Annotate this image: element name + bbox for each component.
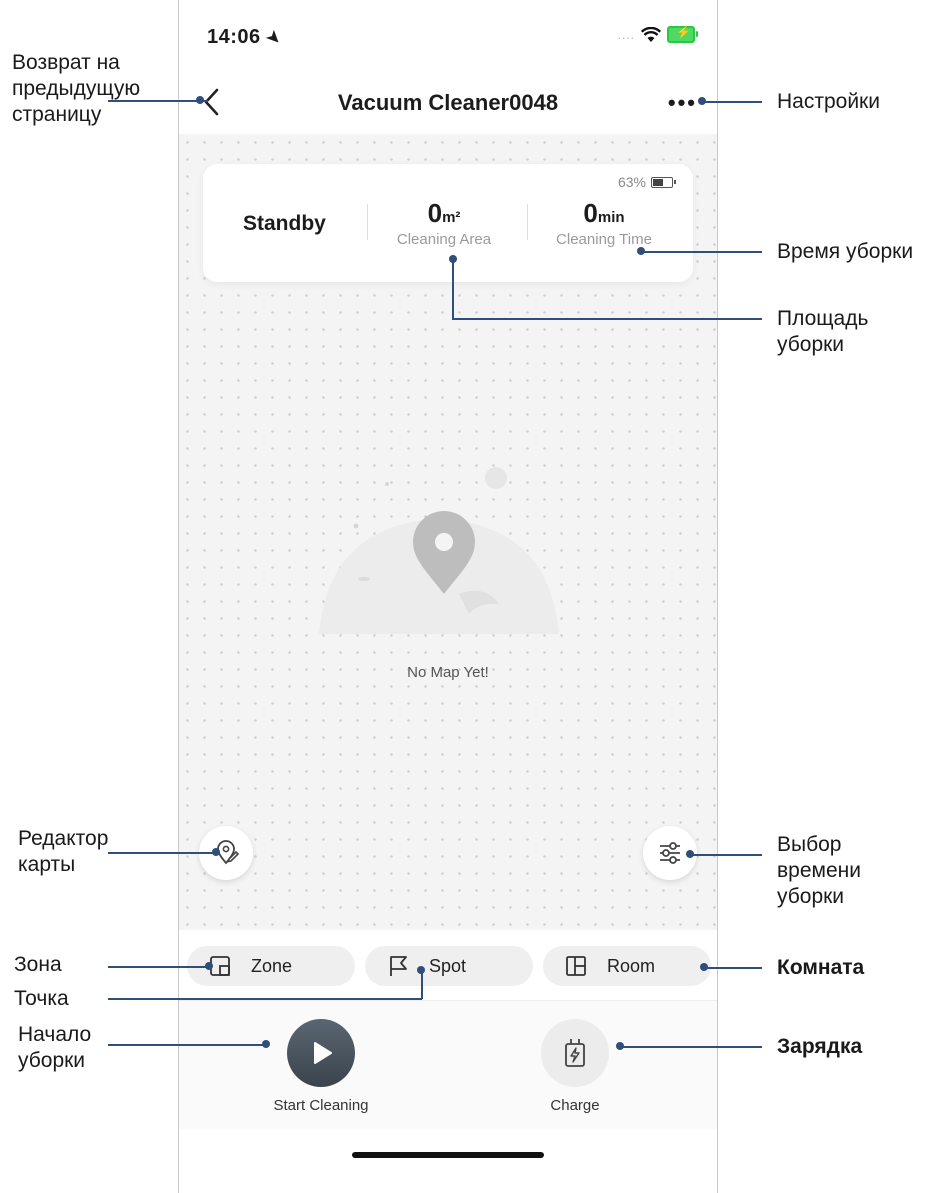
time-unit: min [597,209,625,226]
no-map-text: No Map Yet! [407,664,489,681]
room-icon [566,956,586,976]
start-cleaning-button[interactable] [287,1019,355,1087]
start-cleaning-label: Start Cleaning [273,1097,369,1114]
leader-line [452,259,454,319]
leader-line [108,998,422,1000]
annotation-start: Начало уборки [18,1023,92,1072]
leader-line [704,967,762,969]
leader-line [641,251,762,253]
leader-line [702,101,762,103]
annotation-zone: Зона [14,953,62,976]
stats-card: 63% Standby 0m² Cleaning Area 0min Clean… [203,164,693,282]
mode-spot-button[interactable]: Spot [365,946,533,986]
leader-dot [205,962,213,970]
annotation-back: Возврат на предыдущую страницу [12,51,141,126]
time-label: Cleaning Time [556,231,652,248]
area-unit: m² [442,209,461,226]
location-arrow-icon: ➤ [262,27,285,50]
device-status: Standby [243,212,326,235]
nav-bar: Vacuum Cleaner0048 ••• [179,72,717,134]
leader-dot [212,848,220,856]
map-area[interactable]: 63% Standby 0m² Cleaning Area 0min Clean… [179,134,717,930]
charge-label: Charge [550,1097,600,1114]
device-battery: 63% [617,174,676,190]
flag-icon [390,956,407,976]
leader-dot [262,1040,270,1048]
battery-percent: 63% [617,174,646,190]
status-bar: 14:06 ➤ .... ⚡ [179,0,717,80]
sliders-icon [660,842,680,864]
area-label: Cleaning Area [396,231,492,248]
leader-line [108,852,218,854]
home-indicator [352,1152,544,1158]
leader-dot [417,966,425,974]
clock: 14:06 [207,26,261,48]
status-time: 14:06 ➤ [207,26,284,49]
annotation-settings: Настройки [777,90,880,113]
leader-line [108,966,210,968]
leader-dot [196,96,204,104]
play-icon [314,1042,332,1064]
charge-button[interactable] [541,1019,609,1087]
mode-label: Spot [429,956,467,976]
charge-icon [565,1039,585,1067]
mode-label: Room [607,956,656,976]
leader-line [421,970,423,999]
divider [367,204,368,240]
phone-screen: 14:06 ➤ .... ⚡ Vacuum Cleaner0048 ••• 63% [178,0,718,1193]
cleaning-modes: Zone Spot Room [179,930,717,1002]
annotation-charge: Зарядка [777,1035,863,1058]
leader-line [620,1046,762,1048]
leader-line [108,1044,266,1046]
leader-line [690,854,762,856]
mode-room-button[interactable]: Room [543,946,711,986]
cleaning-time-stat: 0min Cleaning Time [529,198,679,248]
annotation-cleaning-time: Время уборки [777,240,914,263]
page-title: Vacuum Cleaner0048 [337,90,559,115]
annotation-schedule: Выбор времени уборки [777,833,861,908]
mode-label: Zone [251,956,293,976]
divider [527,204,528,240]
leader-line [108,100,208,102]
action-bar: Start Cleaning Charge [179,1000,717,1129]
annotation-spot: Точка [14,987,69,1010]
annotation-cleaning-area: Площадь уборки [777,307,869,356]
battery-icon: ⚡ [667,25,698,43]
leader-line [452,318,762,320]
battery-level-icon [651,176,676,188]
signal-icon: .... [617,27,635,42]
area-value: 0 [427,198,443,228]
cleaning-area-stat: 0m² Cleaning Area [369,198,519,248]
more-options-button[interactable]: ••• [668,90,697,116]
wifi-icon [641,26,661,42]
status-icons: .... ⚡ [617,25,698,43]
annotation-room: Комната [777,956,865,979]
time-value: 0 [583,198,598,228]
empty-map-illustration [319,467,559,634]
